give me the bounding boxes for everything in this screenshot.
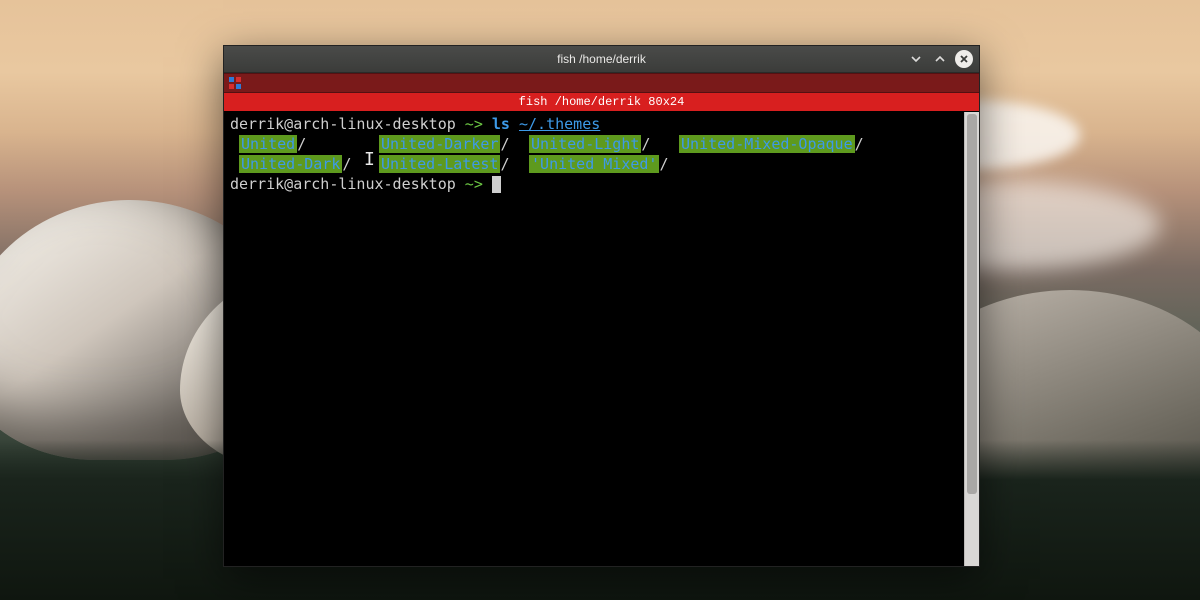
prompt-userhost: derrik@arch-linux-desktop [230,115,456,133]
ls-dir: United-Darker [379,135,500,153]
terminal-line: United-Dark/United-Latest/'United Mixed'… [230,154,958,174]
terminal-line: United/United-Darker/United-Light/United… [230,134,958,154]
ls-dir: United [239,135,297,153]
prompt-userhost: derrik@arch-linux-desktop [230,175,456,193]
command-arg: ~/.themes [519,115,600,133]
command: ls [492,115,510,133]
close-button[interactable] [955,50,973,68]
ls-dir: United-Mixed-Opaque [679,135,855,153]
app-menu-icon[interactable] [228,76,242,90]
terminal-area[interactable]: derrik@arch-linux-desktop ~> ls ~/.theme… [224,112,964,566]
maximize-button[interactable] [931,50,949,68]
scrollbar-thumb[interactable] [967,114,977,494]
terminal-tab-label: fish /home/derrik 80x24 [519,95,685,109]
menubar[interactable] [224,73,979,93]
prompt-arrow: ~> [456,175,492,193]
titlebar[interactable]: fish /home/derrik [224,46,979,73]
desktop-wallpaper: fish /home/derrik [0,0,1200,600]
minimize-button[interactable] [907,50,925,68]
terminal-area-wrap: derrik@arch-linux-desktop ~> ls ~/.theme… [224,111,979,566]
window-title: fish /home/derrik [553,52,650,66]
ls-dir: United-Light [529,135,641,153]
terminal-window: fish /home/derrik [223,45,980,567]
terminal-line: derrik@arch-linux-desktop ~> ls ~/.theme… [230,114,958,134]
terminal-tabbar[interactable]: fish /home/derrik 80x24 [224,93,979,111]
ls-dir: United-Latest [379,155,500,173]
window-controls [907,46,973,72]
terminal-line: derrik@arch-linux-desktop ~> [230,174,958,194]
ls-dir: 'United Mixed' [529,155,659,173]
prompt-arrow: ~> [456,115,492,133]
terminal-scrollbar[interactable] [964,112,979,566]
terminal-cursor [492,176,501,193]
ls-dir: United-Dark [239,155,342,173]
